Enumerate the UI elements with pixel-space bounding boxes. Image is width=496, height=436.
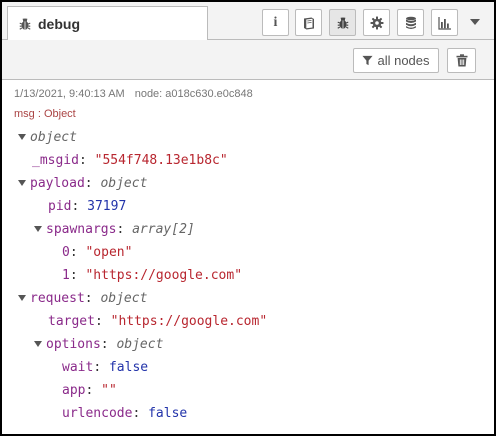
request-type: object bbox=[100, 291, 148, 306]
arg0-value: "open" bbox=[85, 245, 133, 260]
tree-row-root[interactable]: object bbox=[18, 129, 77, 147]
tree-row-msgid[interactable]: _msgid: "554f748.13e1b8c" bbox=[32, 152, 228, 170]
msgid-key: _msgid bbox=[32, 153, 79, 168]
tree-row-wait[interactable]: wait: false bbox=[62, 359, 148, 377]
wait-key: wait bbox=[62, 360, 94, 375]
tab-debug-label: debug bbox=[38, 16, 80, 32]
info-icon: i bbox=[273, 14, 278, 30]
expand-caret-icon[interactable] bbox=[34, 340, 42, 347]
debug-message: 1/13/2021, 9:40:13 AM node: a018c630.e0c8… bbox=[2, 80, 494, 434]
arg1-key: 1 bbox=[62, 268, 70, 283]
tree-row-spawnargs[interactable]: spawnargs: array[2] bbox=[34, 221, 195, 239]
target-value: "https://google.com" bbox=[110, 314, 268, 329]
trash-icon bbox=[456, 54, 467, 67]
spawnargs-key: spawnargs bbox=[46, 222, 117, 237]
filter-icon bbox=[362, 55, 374, 66]
expand-caret-icon[interactable] bbox=[34, 225, 42, 232]
context-tab-button[interactable] bbox=[397, 9, 424, 36]
tree-row-pid[interactable]: pid: 37197 bbox=[48, 198, 126, 216]
tree-row-arg0[interactable]: 0: "open" bbox=[62, 244, 132, 262]
wait-value: false bbox=[108, 360, 149, 375]
filter-nodes-button[interactable]: all nodes bbox=[353, 48, 439, 73]
app-key: app bbox=[62, 383, 86, 398]
target-key: target bbox=[48, 314, 95, 329]
dashboard-tab-button[interactable] bbox=[431, 9, 458, 36]
message-node-id[interactable]: node: a018c630.e0c848 bbox=[135, 88, 253, 100]
options-key: options bbox=[46, 337, 101, 352]
arg1-value: "https://google.com" bbox=[85, 268, 243, 283]
tree-row-request[interactable]: request: object bbox=[18, 290, 147, 308]
help-tab-button[interactable] bbox=[295, 9, 322, 36]
sidebar-tab-bar: debug i bbox=[2, 2, 494, 41]
book-icon bbox=[303, 17, 314, 29]
tree-row-options[interactable]: options: object bbox=[34, 336, 163, 354]
root-type: object bbox=[30, 130, 77, 145]
tree-row-target[interactable]: target: "https://google.com" bbox=[48, 313, 267, 331]
message-timestamp: 1/13/2021, 9:40:13 AM bbox=[14, 88, 125, 100]
msgid-value: "554f748.13e1b8c" bbox=[94, 153, 228, 168]
message-type-label: msg : Object bbox=[14, 108, 76, 120]
tree-row-urlencode[interactable]: urlencode: false bbox=[62, 405, 187, 423]
request-key: request bbox=[30, 291, 85, 306]
expand-caret-icon[interactable] bbox=[18, 294, 26, 301]
bug-icon bbox=[19, 18, 31, 30]
message-meta: 1/13/2021, 9:40:13 AM node: a018c630.e0c8… bbox=[14, 88, 253, 100]
pid-key: pid bbox=[48, 199, 72, 214]
config-tab-button[interactable] bbox=[363, 9, 390, 36]
tab-debug[interactable]: debug bbox=[7, 6, 208, 41]
pid-value: 37197 bbox=[87, 199, 127, 214]
app-value: "" bbox=[101, 383, 117, 398]
expand-caret-icon[interactable] bbox=[18, 133, 26, 140]
bug-icon bbox=[336, 16, 349, 29]
spawnargs-type: array[2] bbox=[132, 222, 195, 237]
info-tab-button[interactable]: i bbox=[262, 9, 289, 36]
sidebar-menu-caret-icon[interactable] bbox=[470, 19, 480, 25]
filter-nodes-label: all nodes bbox=[377, 53, 430, 68]
payload-type: object bbox=[100, 176, 148, 191]
tree-row-app[interactable]: app: "" bbox=[62, 382, 117, 400]
database-icon bbox=[405, 16, 416, 29]
urlencode-key: urlencode bbox=[62, 406, 133, 421]
urlencode-value: false bbox=[148, 406, 188, 421]
arg0-key: 0 bbox=[62, 245, 70, 260]
options-type: object bbox=[116, 337, 164, 352]
debug-sidebar: debug i all nodes 1/13/2021, 9:40:13 AM … bbox=[0, 0, 496, 436]
payload-key: payload bbox=[30, 176, 85, 191]
clear-messages-button[interactable] bbox=[447, 48, 476, 73]
debug-tab-button[interactable] bbox=[329, 9, 356, 36]
bar-chart-icon bbox=[437, 16, 451, 30]
tree-row-arg1[interactable]: 1: "https://google.com" bbox=[62, 267, 242, 285]
debug-toolbar: all nodes bbox=[2, 40, 494, 80]
expand-caret-icon[interactable] bbox=[18, 179, 26, 186]
gear-icon bbox=[370, 16, 383, 29]
tree-row-payload[interactable]: payload: object bbox=[18, 175, 147, 193]
